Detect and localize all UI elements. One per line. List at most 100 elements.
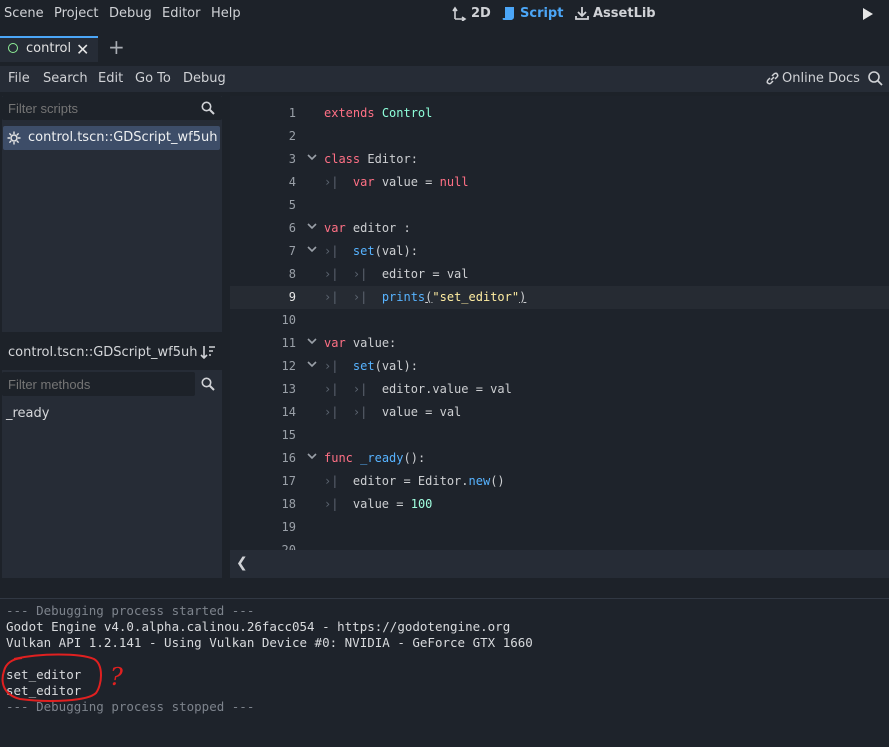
fold-chevron-down-icon[interactable] [307, 337, 317, 345]
code-token: ) [519, 290, 527, 304]
filter-scripts-input[interactable] [2, 96, 222, 120]
method-list-item[interactable]: _ready [6, 406, 49, 421]
line-number: 4 [288, 175, 296, 189]
script-menu-search[interactable]: Search [43, 71, 88, 86]
tab-indent-icon: ›| [352, 267, 368, 281]
code-line: 2 [230, 125, 889, 148]
gear-icon [7, 131, 21, 145]
script-menu-file[interactable]: File [8, 71, 30, 86]
code-line: 5 [230, 194, 889, 217]
tab-indent-icon: ›| [352, 290, 368, 304]
script-menu-goto[interactable]: Go To [135, 71, 171, 86]
code-token: value: [352, 336, 397, 350]
line-number: 20 [281, 543, 296, 550]
code-token: Control [381, 106, 433, 120]
code-token: editor : [352, 221, 411, 235]
code-token: editor = val [381, 267, 469, 281]
code-line: 4 ›| var value = null [230, 171, 889, 194]
search-help-button[interactable] [866, 69, 886, 92]
script-menu-edit[interactable]: Edit [98, 71, 123, 86]
workspace-2d-button[interactable]: 2D [452, 6, 491, 21]
script-list-item-label: control.tscn::GDScript_wf5uh [28, 130, 218, 145]
output-line: --- Debugging process started --- [6, 603, 255, 618]
tab-indent-icon: ›| [324, 267, 339, 281]
methods-list-panel [2, 370, 222, 578]
menu-debug[interactable]: Debug [109, 6, 152, 21]
search-icon [201, 377, 215, 391]
tab-indent-icon: ›| [324, 175, 339, 189]
code-token: 100 [410, 497, 433, 511]
line-number: 18 [281, 497, 296, 511]
tab-control[interactable]: control ✕ [0, 36, 98, 62]
workspace-script-label: Script [520, 6, 564, 21]
line-number: 2 [288, 129, 296, 143]
code-line: 12 ›| set(val): [230, 355, 889, 378]
code-line: 14 ›| ›| value = val [230, 401, 889, 424]
tab-indent-icon: ›| [324, 382, 339, 396]
workspace-script-button[interactable]: Script [502, 6, 563, 21]
code-line: 6 var editor : [230, 217, 889, 240]
menu-help[interactable]: Help [211, 6, 241, 21]
play-icon[interactable] [862, 7, 874, 21]
close-icon[interactable]: ✕ [76, 40, 89, 59]
script-editor-menu-bar: File Search Edit Go To Debug Online Docs [0, 66, 889, 92]
line-number: 3 [288, 152, 296, 166]
code-line: 7 ›| set(val): [230, 240, 889, 263]
code-line: 19 [230, 516, 889, 539]
line-number: 13 [281, 382, 296, 396]
menu-scene[interactable]: Scene [4, 6, 44, 21]
filter-methods-input[interactable] [2, 372, 195, 396]
script-menu-debug[interactable]: Debug [183, 71, 226, 86]
workspace-assetlib-button[interactable]: AssetLib [575, 6, 656, 21]
fold-chevron-down-icon[interactable] [307, 452, 317, 460]
line-number: 10 [281, 313, 296, 327]
current-script-name: control.tscn::GDScript_wf5uh [2, 340, 197, 365]
line-number: 6 [288, 221, 296, 235]
line-number: 11 [281, 336, 296, 350]
sort-icon[interactable] [200, 344, 216, 360]
add-tab-plus-icon[interactable]: + [108, 36, 125, 58]
code-line: 1 extends Control [230, 102, 889, 125]
fold-chevron-down-icon[interactable] [307, 245, 317, 253]
code-token: () [490, 474, 505, 488]
online-docs-label: Online Docs [782, 71, 860, 86]
fold-chevron-down-icon[interactable] [307, 222, 317, 230]
code-token: (): [403, 451, 426, 465]
doc-icon [868, 71, 883, 86]
code-line: 8 ›| ›| editor = val [230, 263, 889, 286]
online-docs-button[interactable]: Online Docs [766, 71, 860, 86]
tab-indent-icon: ›| [352, 405, 368, 419]
code-token: new [468, 474, 491, 488]
code-token: set [352, 359, 375, 373]
script-list-item[interactable]: control.tscn::GDScript_wf5uh [3, 126, 220, 150]
scene-tab-bar: control ✕ + [0, 36, 889, 62]
circle-node-icon [8, 43, 18, 53]
chevron-left-icon[interactable]: ❮ [236, 555, 248, 571]
tab-indent-icon: ›| [324, 244, 339, 258]
menu-project[interactable]: Project [54, 6, 98, 21]
menu-editor[interactable]: Editor [162, 6, 200, 21]
line-number: 19 [281, 520, 296, 534]
code-token: (val): [374, 244, 418, 258]
search-icon [201, 101, 215, 115]
fold-chevron-down-icon[interactable] [307, 153, 317, 161]
assetlib-icon [575, 7, 589, 20]
tab-indent-icon: ›| [324, 359, 339, 373]
code-token: func [324, 451, 353, 465]
2d-icon [452, 6, 467, 21]
code-token: _ready [360, 451, 404, 465]
code-line-current: 9 ›| ›| prints("set_editor") [230, 286, 889, 309]
line-number: 7 [288, 244, 296, 258]
line-number: 16 [281, 451, 296, 465]
fold-chevron-down-icon[interactable] [307, 360, 317, 368]
output-line: Vulkan API 1.2.141 - Using Vulkan Device… [6, 635, 533, 650]
code-token: prints [381, 290, 426, 304]
code-line: 18 ›| value = 100 [230, 493, 889, 516]
line-number: 17 [281, 474, 296, 488]
code-line: 10 [230, 309, 889, 332]
code-token: "set_editor" [432, 290, 520, 304]
line-number: 8 [288, 267, 296, 281]
line-number: 14 [281, 405, 296, 419]
output-panel: --- Debugging process started --- Godot … [0, 598, 889, 747]
code-editor[interactable]: 1 extends Control 2 3 class Editor: 4 ›|… [230, 96, 889, 550]
